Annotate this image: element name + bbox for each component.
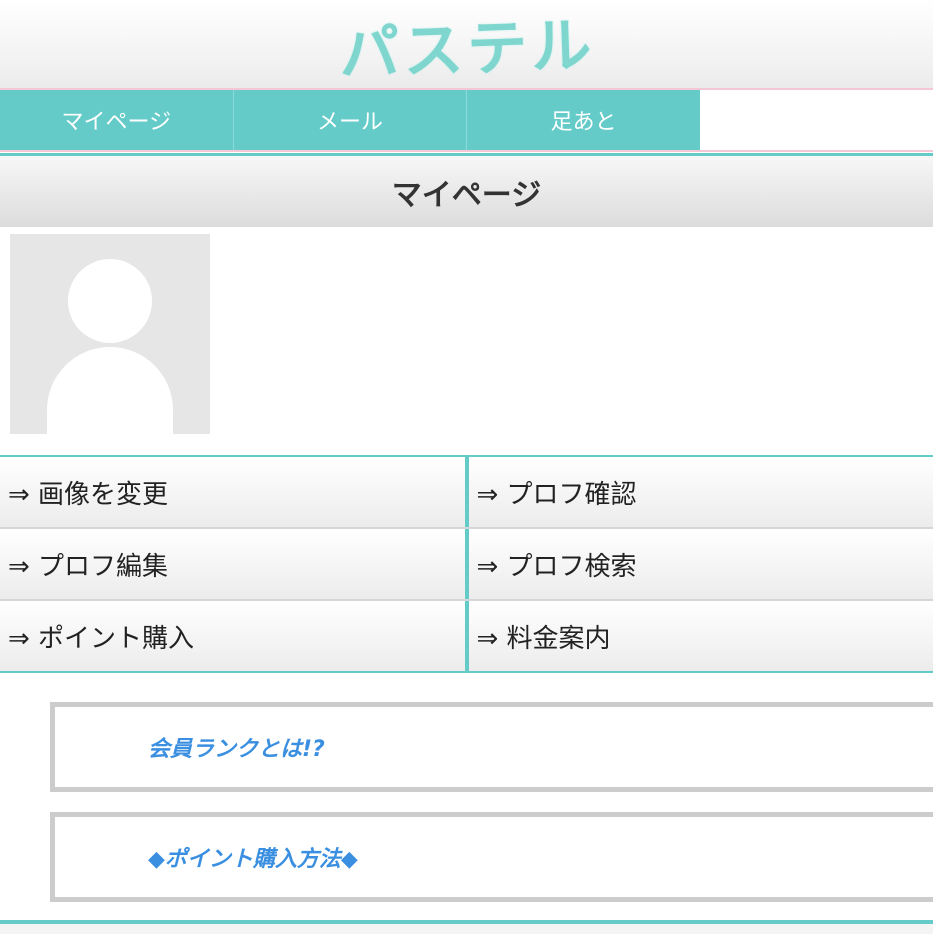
member-rank-label: 会員ランクとは!? (148, 737, 325, 762)
member-rank-banner[interactable]: 会員ランクとは!? (50, 702, 933, 792)
nav-tabs: マイページ メール 足あと (0, 90, 700, 150)
app-header: パステル (0, 0, 933, 90)
point-purchase-guide-banner[interactable]: ◆ポイント購入方法◆ (50, 812, 933, 902)
profile-check-link[interactable]: ⇒ プロフ確認 (468, 457, 933, 527)
avatar[interactable] (10, 234, 210, 434)
logo[interactable]: パステル (337, 0, 596, 92)
menu-row: ⇒ ポイント購入 ⇒ 料金案内 (0, 601, 933, 671)
tab-mail[interactable]: メール (234, 90, 468, 150)
point-purchase-guide-label: ◆ポイント購入方法◆ (148, 847, 358, 872)
footer-strip (0, 924, 933, 934)
tab-mypage[interactable]: マイページ (0, 90, 234, 150)
pricing-link[interactable]: ⇒ 料金案内 (468, 601, 933, 671)
menu-row: ⇒ プロフ編集 ⇒ プロフ検索 (0, 529, 933, 601)
profile-edit-link[interactable]: ⇒ プロフ編集 (0, 529, 469, 599)
mypage-menu: ⇒ 画像を変更 ⇒ プロフ確認 ⇒ プロフ編集 ⇒ プロフ検索 ⇒ ポイント購入… (0, 455, 933, 673)
buy-points-link[interactable]: ⇒ ポイント購入 (0, 601, 469, 671)
page-title: マイページ (0, 153, 933, 227)
divider (0, 150, 933, 152)
user-silhouette-icon (68, 259, 152, 343)
change-image-link[interactable]: ⇒ 画像を変更 (0, 457, 469, 527)
tab-footprints[interactable]: 足あと (467, 90, 700, 150)
profile-search-link[interactable]: ⇒ プロフ検索 (468, 529, 933, 599)
menu-row: ⇒ 画像を変更 ⇒ プロフ確認 (0, 457, 933, 529)
user-silhouette-body (47, 347, 173, 434)
